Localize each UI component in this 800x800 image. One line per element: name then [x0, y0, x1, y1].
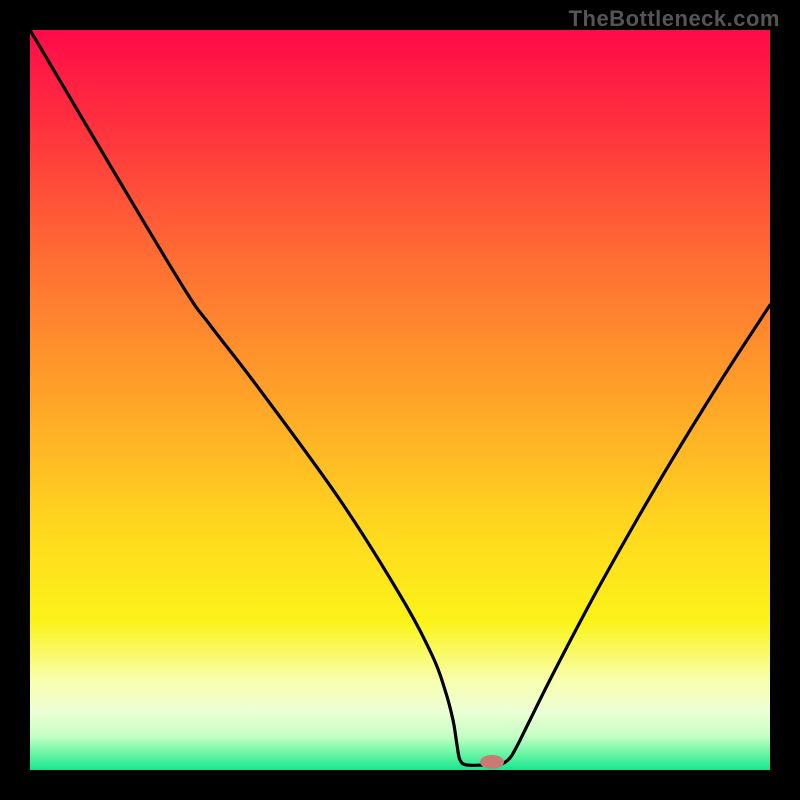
watermark-text: TheBottleneck.com [569, 6, 780, 32]
chart-container: TheBottleneck.com [0, 0, 800, 800]
bottleneck-chart [0, 0, 800, 800]
optimal-marker [480, 755, 504, 769]
gradient-background [30, 30, 770, 770]
